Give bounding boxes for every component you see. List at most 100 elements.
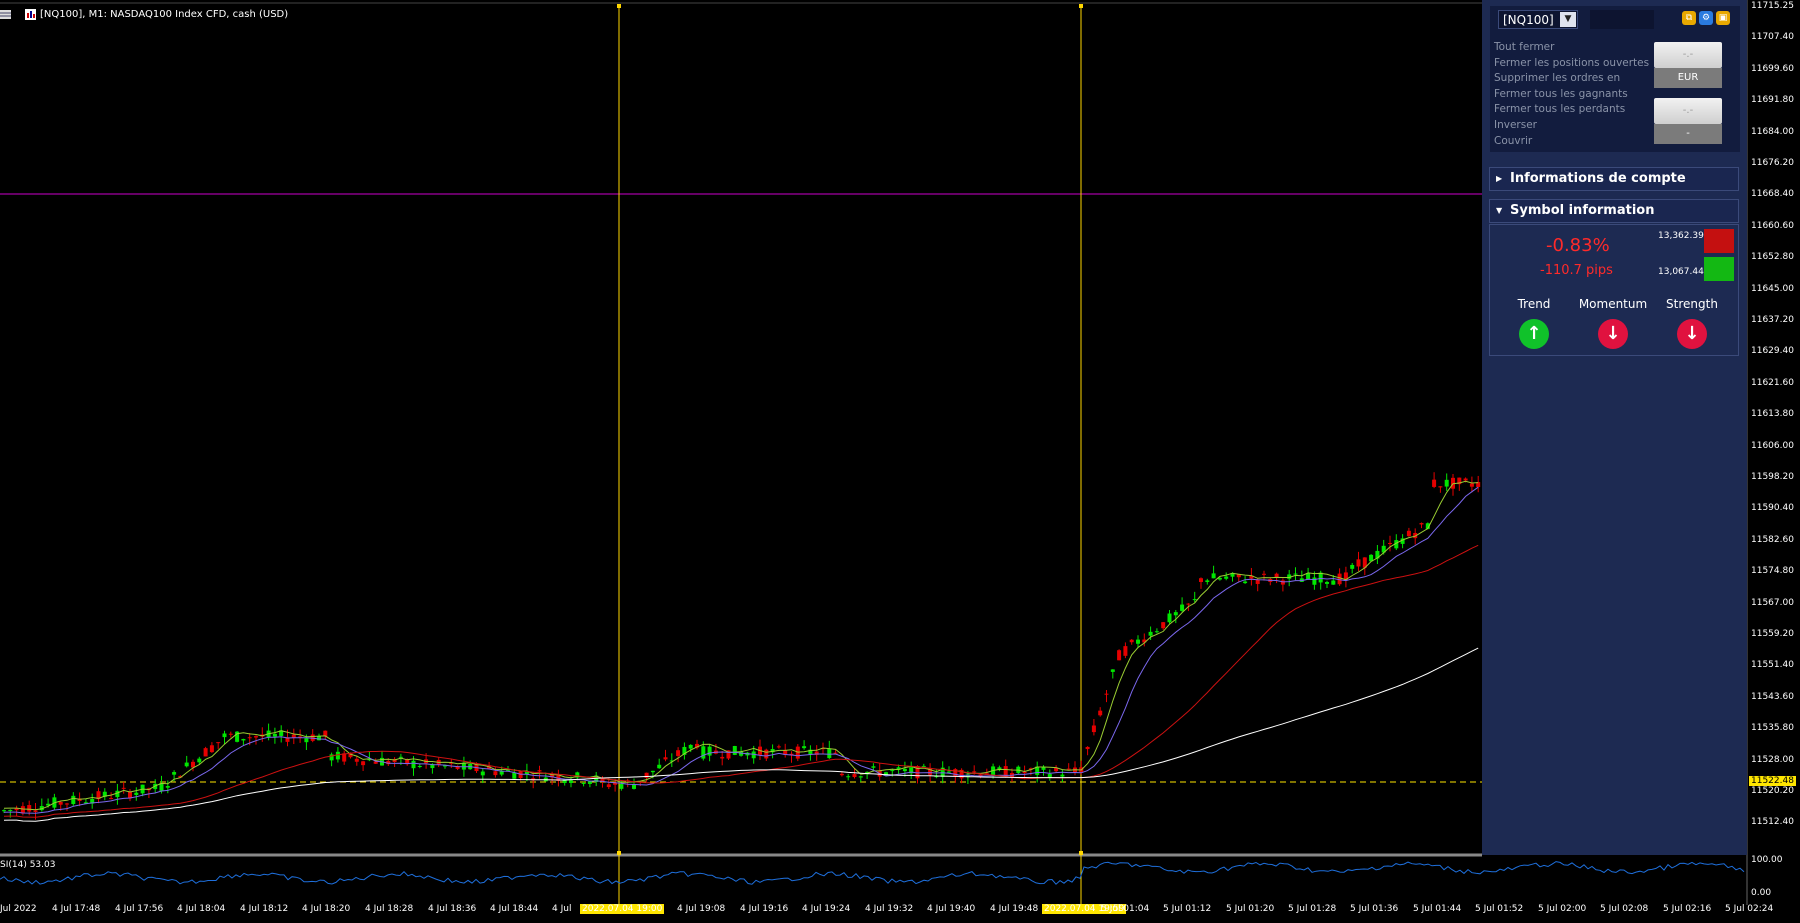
candle-body [1312, 577, 1317, 585]
marker-handle [617, 851, 621, 855]
candle-body [480, 771, 485, 776]
value-box-2-sub: - [1654, 124, 1722, 144]
candle-body [272, 733, 277, 737]
strength-label: Strength [1666, 297, 1718, 311]
symbol-info-header[interactable]: ▼ Symbol information [1489, 199, 1739, 223]
window-title-text: [NQ100], M1: NASDAQ100 Index CFD, cash (… [40, 8, 289, 20]
chevron-down-icon[interactable]: ▼ [1560, 12, 1576, 27]
account-info-header[interactable]: ▶ Informations de compte [1489, 167, 1739, 191]
candle-body [1154, 631, 1159, 633]
candle-body [839, 773, 844, 776]
candle-body [8, 809, 13, 811]
candle-body [1104, 693, 1109, 695]
candle-body [972, 771, 977, 773]
trend-label: Trend [1517, 297, 1551, 311]
arrow-down-icon: ↓ [1598, 319, 1628, 349]
candle-body [650, 770, 655, 773]
value-box-2[interactable]: -.- [1654, 98, 1722, 124]
low-value: 13,067.44 [1658, 267, 1704, 277]
candle-body [304, 738, 309, 743]
candle-body [65, 803, 69, 805]
account-info-label: Informations de compte [1510, 171, 1686, 186]
symbol-info-label: Symbol information [1510, 203, 1655, 218]
candle-body [1148, 631, 1153, 636]
menu-item-close-losers[interactable]: Fermer tous les perdants [1494, 102, 1649, 118]
menu-item-hedge[interactable]: Couvrir [1494, 134, 1649, 150]
candle-body [254, 736, 258, 738]
candle-body [632, 784, 636, 789]
candle-body [361, 761, 366, 766]
menu-item-close-open[interactable]: Fermer les positions ouvertes [1494, 56, 1649, 72]
menu-item-delete-orders[interactable]: Supprimer les ordres en [1494, 71, 1649, 87]
trade-panel: [NQ100] ▼ ⧉ ⚙ ▣ Tout fermer Fermer les p… [1482, 0, 1747, 855]
candle-body [417, 765, 422, 767]
symbol-info-box: -0.83% -110.7 pips 13,362.39 13,067.44 T… [1489, 224, 1739, 356]
time-tick: 5 Jul 01:36 [1350, 904, 1399, 914]
candle-body [1085, 746, 1090, 750]
candle-body [1469, 483, 1474, 487]
candle-body [216, 742, 221, 744]
candle-body [241, 738, 246, 741]
time-tick: 5 Jul 02:00 [1538, 904, 1587, 914]
menu-icon[interactable] [0, 9, 11, 20]
candle-body [764, 749, 769, 759]
candle-body [1173, 612, 1178, 616]
menu-item-reverse[interactable]: Inverser [1494, 118, 1649, 134]
candle-body [58, 801, 63, 805]
time-tick: 4 Jul 17:56 [115, 904, 164, 914]
candle-body [1110, 669, 1115, 672]
candle-body [109, 798, 114, 800]
copy-icon[interactable]: ⧉ [1682, 11, 1696, 25]
ma-slow-line [3, 544, 1479, 818]
time-tick: Jul 2022 [0, 904, 37, 914]
panel-top: [NQ100] ▼ ⧉ ⚙ ▣ Tout fermer Fermer les p… [1490, 6, 1740, 152]
time-tick: 5 Jul 01:12 [1163, 904, 1212, 914]
change-pips: -110.7 pips [1540, 263, 1613, 278]
candle-body [27, 805, 32, 812]
candle-body [569, 780, 573, 784]
rsi-axis: 100.00 0.00 [1747, 0, 1800, 905]
candle-body [228, 733, 233, 735]
candle-body [1098, 710, 1103, 716]
marker-handle [1079, 851, 1083, 855]
high-value: 13,362.39 [1658, 231, 1704, 241]
candle-body [1438, 486, 1443, 488]
candle-body [858, 776, 863, 778]
candle-body [1293, 573, 1298, 575]
candle-body [1129, 639, 1134, 643]
time-tick: 5 Jul 01:52 [1475, 904, 1524, 914]
menu-item-close-winners[interactable]: Fermer tous les gagnants [1494, 87, 1649, 103]
candle-body [852, 774, 857, 778]
candle-body [1243, 581, 1248, 584]
candle-body [1199, 578, 1203, 582]
time-tick: 5 Jul 02:08 [1600, 904, 1649, 914]
action-menu: Tout fermer Fermer les positions ouverte… [1494, 40, 1649, 149]
candle-body [1280, 580, 1285, 585]
menu-item-close-all[interactable]: Tout fermer [1494, 40, 1649, 56]
candle-body [165, 786, 170, 788]
candle-body [512, 772, 517, 779]
time-tick: 5 Jul 01:44 [1413, 904, 1462, 914]
time-tick: 4 Jul 19:32 [865, 904, 914, 914]
candle-body [203, 748, 208, 757]
value-box-1[interactable]: -.- [1654, 42, 1722, 68]
time-tick: 4 Jul 19:16 [740, 904, 789, 914]
gear-icon[interactable]: ⚙ [1699, 11, 1713, 25]
lot-input[interactable] [1590, 10, 1654, 29]
time-tick: 4 Jul 19:24 [802, 904, 851, 914]
time-tick: 5 Jul 01:04 [1101, 904, 1150, 914]
panel-icons: ⧉ ⚙ ▣ [1682, 11, 1730, 25]
candle-body [921, 765, 926, 767]
candle-body [688, 744, 693, 749]
candle-body [398, 756, 403, 758]
candle-body [732, 745, 737, 755]
candle-body [1211, 573, 1216, 579]
candle-body [890, 770, 895, 772]
time-tick: 4 Jul 18:44 [490, 904, 539, 914]
window-icon[interactable]: ▣ [1716, 11, 1730, 25]
chart-window-icon [25, 8, 36, 20]
time-tick: 4 Jul 19:40 [927, 904, 976, 914]
time-tick: 4 Jul 18:28 [365, 904, 414, 914]
marker-handle [1079, 4, 1083, 8]
candle-body [720, 756, 725, 759]
